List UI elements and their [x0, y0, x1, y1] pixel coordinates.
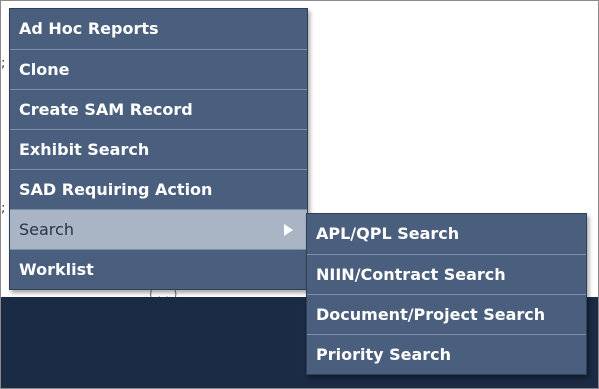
submenu-item-label: Document/Project Search: [316, 305, 546, 324]
menu-item-label: Create SAM Record: [19, 100, 193, 119]
menu-item-clone[interactable]: Clone: [10, 49, 307, 89]
menu-item-label: Ad Hoc Reports: [19, 19, 159, 38]
menu-item-create-sam-record[interactable]: Create SAM Record: [10, 89, 307, 129]
submenu-item-apl-qpl-search[interactable]: APL/QPL Search: [307, 214, 586, 254]
submenu-item-document-project-search[interactable]: Document/Project Search: [307, 294, 586, 334]
menu-item-label: Exhibit Search: [19, 140, 150, 159]
menu-item-label: Worklist: [19, 260, 94, 279]
search-submenu: APL/QPL Search NIIN/Contract Search Docu…: [306, 213, 587, 375]
submenu-item-label: APL/QPL Search: [316, 224, 460, 243]
menu-item-search[interactable]: Search: [10, 209, 307, 249]
menu-item-sad-requiring-action[interactable]: SAD Requiring Action: [10, 169, 307, 209]
menu-item-ad-hoc-reports[interactable]: Ad Hoc Reports: [10, 9, 307, 49]
edge-glyph: ;: [1, 56, 6, 71]
submenu-item-niin-contract-search[interactable]: NIIN/Contract Search: [307, 254, 586, 294]
menu-item-label: SAD Requiring Action: [19, 180, 213, 199]
edge-glyph: ;: [1, 201, 6, 216]
menu-item-worklist[interactable]: Worklist: [10, 249, 307, 289]
menu-item-exhibit-search[interactable]: Exhibit Search: [10, 129, 307, 169]
submenu-item-priority-search[interactable]: Priority Search: [307, 334, 586, 374]
submenu-item-label: NIIN/Contract Search: [316, 265, 506, 284]
submenu-item-label: Priority Search: [316, 345, 452, 364]
menu-item-label: Search: [19, 220, 74, 239]
menu-item-label: Clone: [19, 60, 70, 79]
submenu-arrow-icon: [284, 224, 293, 236]
context-menu: Ad Hoc Reports Clone Create SAM Record E…: [9, 8, 308, 290]
